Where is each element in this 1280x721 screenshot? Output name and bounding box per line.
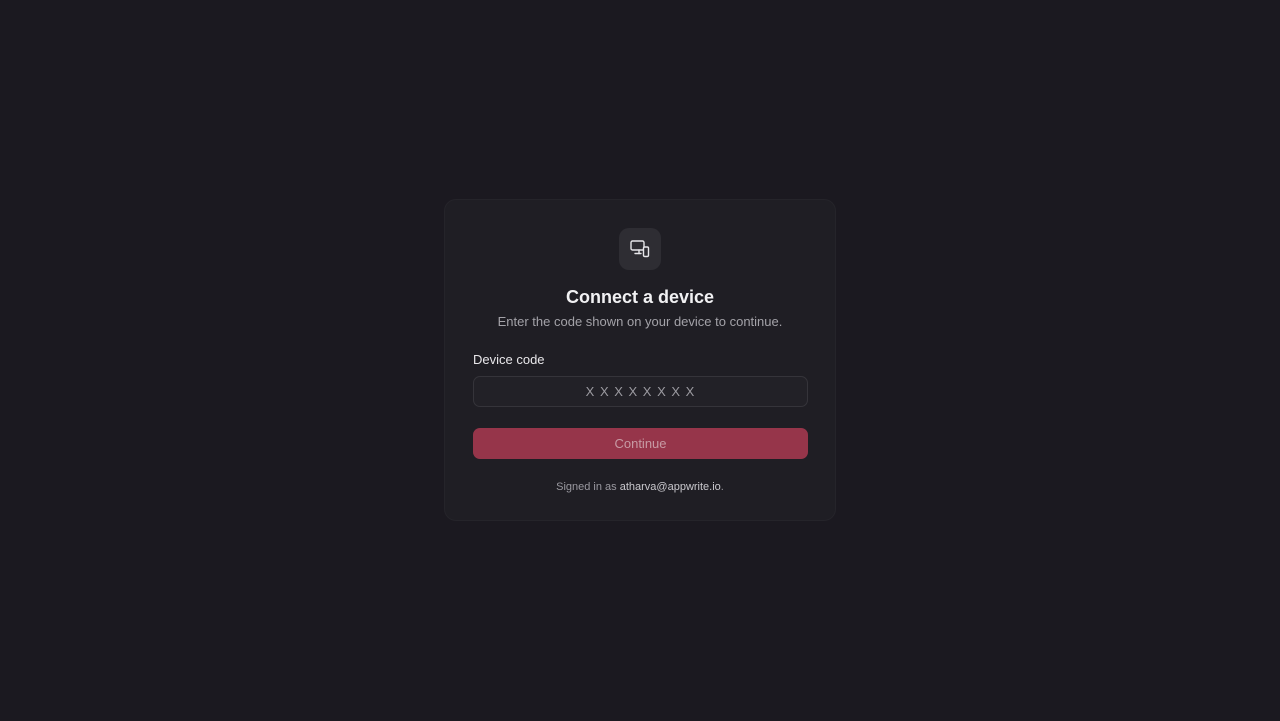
device-connect-icon — [619, 228, 661, 270]
device-code-input[interactable] — [473, 376, 808, 407]
connect-device-card: Connect a device Enter the code shown on… — [444, 199, 836, 521]
signed-in-status: Signed in as atharva@appwrite.io. — [473, 480, 807, 494]
page-subtitle: Enter the code shown on your device to c… — [497, 314, 783, 329]
continue-button[interactable]: Continue — [473, 428, 808, 459]
signed-in-suffix: . — [720, 481, 724, 493]
page-title: Connect a device — [565, 287, 715, 307]
signed-in-prefix: Signed in as — [556, 481, 620, 493]
device-code-label: Device code — [473, 352, 545, 367]
user-email: atharva@appwrite.io — [619, 481, 721, 493]
